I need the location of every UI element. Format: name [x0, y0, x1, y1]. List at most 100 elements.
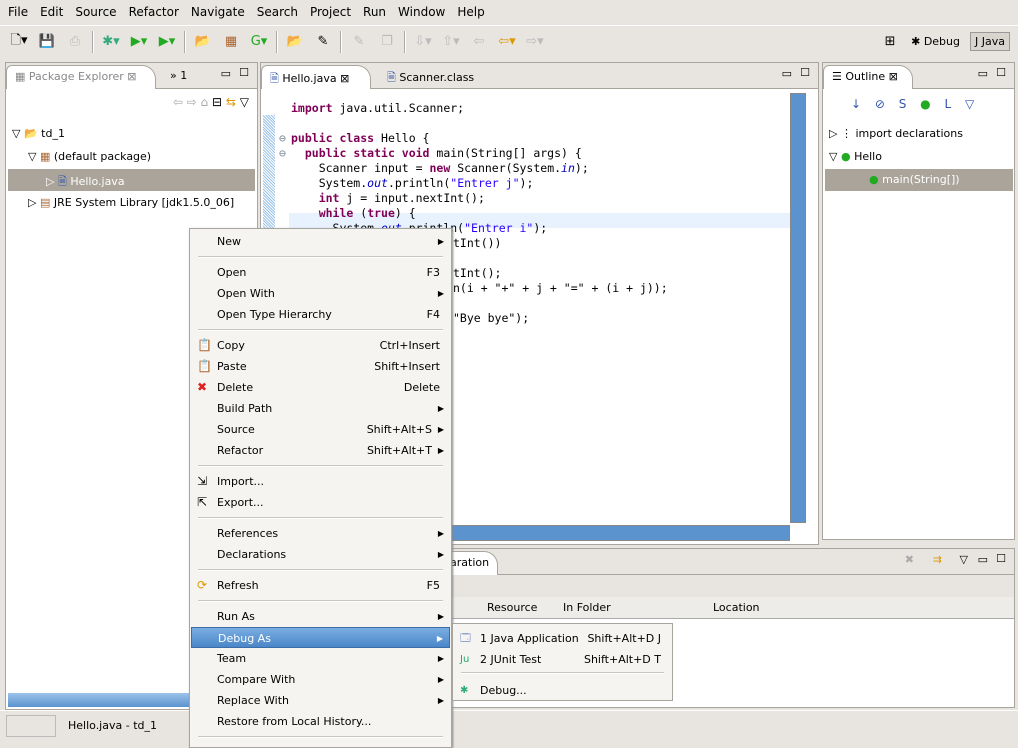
collapse-all-icon[interactable]: ⊟ — [212, 95, 222, 109]
run-icon[interactable]: ▶▾ — [128, 32, 150, 52]
menu-item-import[interactable]: ⇲ Import... — [191, 471, 450, 492]
menu-item-run-as[interactable]: Run As ▶ — [191, 606, 450, 627]
code-line: public static void main(String[] args) { — [304, 146, 582, 160]
tab-hello-java[interactable]: 🗎 Hello.java ⊠ — [261, 65, 371, 89]
open-type-icon[interactable]: 📂 — [284, 32, 306, 52]
maximize-icon[interactable]: ☐ — [800, 66, 810, 79]
minimize-icon[interactable]: ▭ — [221, 67, 231, 80]
minimize-icon[interactable]: ▭ — [978, 553, 988, 566]
menubar: File Edit Source Refactor Navigate Search Proj… — [0, 0, 1018, 23]
edit-icon[interactable]: ✎ — [348, 32, 370, 52]
external-tools-icon[interactable]: ▶▾ — [156, 32, 178, 52]
menu-item-refresh[interactable]: ⟳ Refresh F5 — [191, 575, 450, 596]
maximize-icon[interactable]: ☐ — [239, 66, 249, 79]
tree-project[interactable]: ▽ 📂 td_1 — [12, 127, 65, 140]
menu-item-copy[interactable]: 📋 Copy Ctrl+Insert — [191, 335, 450, 356]
column-resource[interactable]: Resource — [487, 601, 537, 614]
menu-item-compare-with[interactable]: Compare With ▶ — [191, 669, 450, 690]
outline-imports[interactable]: ▷ ⋮ import declarations — [829, 127, 963, 140]
menu-item-label: Open — [217, 266, 247, 279]
column-in-folder[interactable]: In Folder — [563, 601, 611, 614]
submenu-item[interactable]: Ju 2 JUnit Test Shift+Alt+D T — [454, 649, 671, 670]
java-perspective[interactable]: J Java — [970, 32, 1010, 51]
debug-icon[interactable]: ✱▾ — [100, 32, 122, 52]
tab-package-explorer[interactable]: ▦ Package Explorer ⊠ — [6, 65, 156, 89]
save-icon[interactable]: 💾 — [36, 32, 58, 52]
fold-icon[interactable]: ⊖ — [279, 131, 286, 146]
debug-perspective[interactable]: ✱ Debug — [907, 33, 964, 50]
menu-help[interactable]: Help — [451, 5, 490, 19]
menu-search[interactable]: Search — [251, 5, 304, 19]
maximize-icon[interactable]: ☐ — [996, 552, 1006, 565]
link-editor-icon[interactable]: ⇆ — [226, 95, 236, 109]
next-annotation-icon[interactable]: ⇩▾ — [412, 32, 434, 52]
menu-item-references[interactable]: References ▶ — [191, 523, 450, 544]
minimize-icon[interactable]: ▭ — [978, 67, 988, 80]
tab-overflow[interactable]: » 1 — [162, 65, 195, 89]
menu-item-open[interactable]: Open F3 — [191, 262, 450, 283]
menu-separator — [198, 569, 443, 571]
tab-label: Hello.java — [282, 72, 337, 85]
menu-item-accelerator: Ctrl+Insert — [379, 339, 440, 352]
menu-item-team[interactable]: Team ▶ — [191, 648, 450, 669]
new-type-icon[interactable]: G▾ — [248, 32, 270, 52]
menu-item-replace-with[interactable]: Replace With ▶ — [191, 690, 450, 711]
outline-class[interactable]: ▽ ● Hello — [829, 150, 882, 163]
vertical-scrollbar[interactable] — [790, 93, 806, 523]
tab-label: Outline — [845, 70, 886, 83]
menu-edit[interactable]: Edit — [34, 5, 69, 19]
code-fragment: n(i + "+" + j + "=" + (i + j)); — [453, 281, 668, 295]
open-perspective-icon[interactable]: ⊞ — [879, 32, 901, 52]
column-location[interactable]: Location — [713, 601, 760, 614]
code-fragment: tInt(); — [453, 266, 502, 280]
print-icon[interactable]: ⎙ — [64, 32, 86, 52]
last-edit-icon[interactable]: ⇦ — [468, 32, 490, 52]
tree-package[interactable]: ▽ ▦ (default package) — [28, 150, 151, 163]
pin-icon[interactable]: ⇉ — [933, 553, 942, 566]
menu-item-source[interactable]: Source Shift+Alt+S ▶ — [191, 419, 450, 440]
menu-item-open-with[interactable]: Open With ▶ — [191, 283, 450, 304]
menu-item-declarations[interactable]: Declarations ▶ — [191, 544, 450, 565]
tree-file[interactable]: ▷ 🗎 Hello.java — [46, 173, 125, 192]
menu-run[interactable]: Run — [357, 5, 392, 19]
menu-item-new[interactable]: New ▶ — [191, 231, 450, 252]
menu-project[interactable]: Project — [304, 5, 357, 19]
menu-item-debug-as[interactable]: Debug As ▶ — [191, 627, 450, 648]
menu-item-label: Delete — [217, 381, 254, 394]
view-menu-icon[interactable]: ▽ — [240, 95, 249, 109]
menu-refactor[interactable]: Refactor — [123, 5, 185, 19]
tab-scanner-class[interactable]: 🗎 Scanner.class — [379, 65, 482, 89]
tab-outline[interactable]: ☰ Outline ⊠ — [823, 65, 913, 89]
menu-navigate[interactable]: Navigate — [185, 5, 251, 19]
maximize-icon[interactable]: ☐ — [996, 66, 1006, 79]
forward-icon[interactable]: ⇨▾ — [524, 32, 546, 52]
menu-item-refactor[interactable]: Refactor Shift+Alt+T ▶ — [191, 440, 450, 461]
menu-item-export[interactable]: ⇱ Export... — [191, 492, 450, 513]
outline-method[interactable]: ● main(String[]) — [869, 173, 960, 186]
prev-annotation-icon[interactable]: ⇧▾ — [440, 32, 462, 52]
new-wizard-icon[interactable]: 🗋▾ — [8, 32, 30, 52]
search-icon[interactable]: ✎ — [312, 32, 334, 52]
menu-item-open-type-hierarchy[interactable]: Open Type Hierarchy F4 — [191, 304, 450, 325]
menu-item-paste[interactable]: 📋 Paste Shift+Insert — [191, 356, 450, 377]
copy-icon[interactable]: ❐ — [376, 32, 398, 52]
outline-toolbar[interactable]: ↓ ⊘ S ● L ▽ — [851, 97, 974, 111]
submenu-item[interactable]: 🗔 1 Java Application Shift+Alt+D J — [454, 628, 671, 649]
menu-item-delete[interactable]: ✖ Delete Delete — [191, 377, 450, 398]
back-icon[interactable]: ⇦▾ — [496, 32, 518, 52]
menu-item-restore-from-local-history[interactable]: Restore from Local History... — [191, 711, 450, 732]
minimize-icon[interactable]: ▭ — [782, 67, 792, 80]
menu-item-label: Team — [217, 652, 247, 665]
fold-icon[interactable]: ⊖ — [279, 146, 286, 161]
menu-source[interactable]: Source — [69, 5, 122, 19]
submenu-item[interactable]: ✱ Debug... — [454, 680, 671, 701]
new-class-icon[interactable]: ▦ — [220, 32, 242, 52]
new-package-icon[interactable]: 📂 — [192, 32, 214, 52]
menu-window[interactable]: Window — [392, 5, 451, 19]
menu-item-build-path[interactable]: Build Path ▶ — [191, 398, 450, 419]
tree-library[interactable]: ▷ ▤ JRE System Library [jdk1.5.0_06] — [28, 196, 234, 209]
menu-file[interactable]: File — [2, 5, 34, 19]
context-menu: New ▶ Open F3 Open With ▶ Open Type Hierarchy F… — [189, 228, 452, 748]
clear-icon[interactable]: ✖ — [905, 553, 914, 566]
view-menu-icon[interactable]: ▽ — [960, 553, 968, 566]
